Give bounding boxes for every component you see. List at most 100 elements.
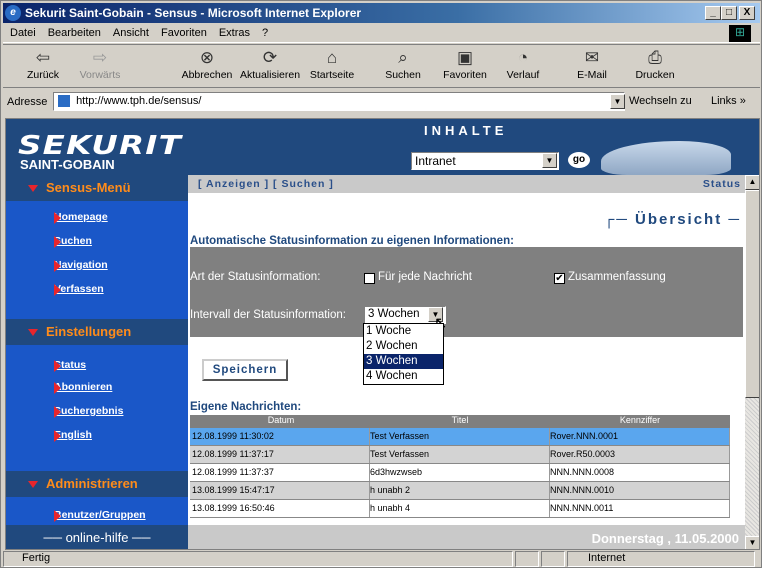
links-button[interactable]: Links » [711,95,746,107]
table-row[interactable]: 13.08.1999 15:47:17 h unabh 2 NNN.NNN.00… [190,482,730,500]
triangle-down-icon [28,329,38,336]
address-dropdown-button[interactable]: ▼ [610,94,625,109]
status-section-heading: Automatische Statusinformation zu eigene… [190,235,514,247]
favorites-icon: ▣ [456,48,474,67]
printer-icon: ⎙ [648,48,662,67]
column-header-titel[interactable]: Titel [370,415,550,428]
scroll-up-button[interactable]: ▲ [745,175,759,190]
interval-select-value: 3 Wochen [368,308,420,320]
interval-label: Intervall der Statusinformation: [190,309,346,321]
car-image [601,141,731,175]
type-label: Art der Statusinformation: [190,271,321,283]
inhalte-select[interactable]: Intranet [411,152,559,170]
cell-datum: 13.08.1999 15:47:17 [190,482,370,499]
scroll-thumb[interactable] [745,190,759,398]
maximize-button[interactable]: □ [721,6,737,20]
favorites-button[interactable]: ▣ Favoriten [439,47,491,87]
window-title: Sekurit Saint-Gobain - Sensus - Microsof… [25,6,362,20]
each-message-label: Für jede Nachricht [378,271,472,283]
mail-button[interactable]: ✉ E-Mail [571,47,613,87]
table-row[interactable]: 13.08.1999 16:50:46 h unabh 4 NNN.NNN.00… [190,500,730,518]
sidebar-item-navigation[interactable]: Navigation [30,259,108,272]
table-row[interactable]: 12.08.1999 11:30:02 Test Verfassen Rover… [190,428,730,446]
history-icon: ◔ [517,48,529,67]
menu-datei[interactable]: Datei [10,27,36,39]
table-row[interactable]: 12.08.1999 11:37:37 6d3hwzwseb NNN.NNN.0… [190,464,730,482]
sidebar-item-english[interactable]: English [30,429,92,442]
interval-option-selected[interactable]: 3 Wochen [364,354,443,369]
mail-icon: ✉ [584,48,600,67]
each-message-checkbox[interactable] [364,273,375,284]
triangle-right-icon [54,284,61,296]
forward-button[interactable]: ⇨ Vorwärts [75,47,125,87]
status-settings-box: Art der Statusinformation: Für jede Nach… [190,247,743,337]
inhalte-go-button[interactable]: go [568,152,590,168]
status-title: Status [702,178,741,190]
column-header-datum[interactable]: Datum [190,415,370,428]
close-button[interactable]: X [739,6,755,20]
messages-table: Datum Titel Kennziffer 12.08.1999 11:30:… [190,415,730,518]
cell-kennziffer: Rover.R50.0003 [550,446,730,463]
column-header-kennziffer[interactable]: Kennziffer [550,415,730,428]
save-button[interactable]: Speichern [202,359,288,381]
inhalte-dropdown-icon[interactable]: ▼ [542,153,557,168]
cell-kennziffer: Rover.NNN.0001 [550,428,730,445]
cell-datum: 13.08.1999 16:50:46 [190,500,370,517]
sidebar-item-suchen[interactable]: Suchen [30,235,92,248]
table-row[interactable]: 12.08.1999 11:37:17 Test Verfassen Rover… [190,446,730,464]
menu-favoriten[interactable]: Favoriten [161,27,207,39]
sidebar-item-verfassen[interactable]: Verfassen [30,283,104,296]
cell-kennziffer: NNN.NNN.0008 [550,464,730,481]
sidebar-item-suchergebnis[interactable]: Suchergebnis [30,405,123,418]
main-nav: [ Anzeigen ] [ Suchen ] Status [188,175,745,193]
cell-titel: 6d3hwzwseb [370,464,550,481]
interval-option[interactable]: 4 Wochen [364,369,443,384]
menu-help[interactable]: ? [262,27,268,39]
address-input[interactable]: http://www.tph.de/sensus/ [53,92,625,111]
go-button[interactable]: Wechseln zu [629,95,692,107]
refresh-icon: ⟳ [262,48,278,67]
triangle-right-icon [54,430,61,442]
sidebar-menu-heading: Sensus-Menü [6,175,188,201]
vertical-scrollbar[interactable]: ▲ ▼ [745,175,759,549]
internet-zone-label: Internet [588,552,626,564]
status-panel [515,551,539,567]
interval-option[interactable]: 1 Woche [364,324,443,339]
cell-titel: Test Verfassen [370,446,550,463]
main-panel: [ Anzeigen ] [ Suchen ] Status ┌─ Übersi… [188,175,745,549]
sidebar: Sensus-Menü Homepage Suchen Navigation V… [6,175,188,549]
summary-checkbox[interactable]: ✔ [554,273,565,284]
minimize-button[interactable]: _ [705,6,721,20]
page-content: SEKURIT SAINT-GOBAIN INHALTE Intranet ▼ … [5,118,760,550]
sidebar-item-status[interactable]: Status [30,359,86,372]
ie-logo-icon: e [5,5,21,21]
status-panel [541,551,565,567]
online-help-link[interactable]: ── online-hilfe ── [6,525,188,549]
cell-titel: Test Verfassen [370,428,550,445]
history-button[interactable]: ◔ Verlauf [501,47,545,87]
search-button[interactable]: ⌕ Suchen [381,47,425,87]
print-button[interactable]: ⎙ Drucken [631,47,679,87]
home-button[interactable]: ⌂ Startseite [305,47,359,87]
overview-heading: ┌─ Übersicht ─ [603,211,741,228]
menu-extras[interactable]: Extras [219,27,250,39]
interval-option[interactable]: 2 Wochen [364,339,443,354]
refresh-button[interactable]: ⟳ Aktualisieren [237,47,303,87]
menu-ansicht[interactable]: Ansicht [113,27,149,39]
sidebar-item-benutzer-gruppen[interactable]: Benutzer/Gruppen [30,509,146,522]
sidebar-item-abonnieren[interactable]: Abonnieren [30,381,112,394]
stop-button[interactable]: ⊗ Abbrechen [177,47,237,87]
nav-links[interactable]: [ Anzeigen ] [ Suchen ] [198,178,334,190]
menu-bar: Datei Bearbeiten Ansicht Favoriten Extra… [3,24,760,43]
triangle-right-icon [54,260,61,272]
cell-datum: 12.08.1999 11:37:17 [190,446,370,463]
menu-bearbeiten[interactable]: Bearbeiten [48,27,101,39]
own-messages-heading: Eigene Nachrichten: [190,401,302,413]
back-button[interactable]: ⇦ Zurück [21,47,65,87]
summary-label: Zusammenfassung [568,271,666,283]
forward-arrow-icon: ⇨ [92,48,108,67]
sidebar-item-homepage[interactable]: Homepage [30,211,108,224]
cell-kennziffer: NNN.NNN.0011 [550,500,730,517]
scroll-down-button[interactable]: ▼ [745,536,759,549]
interval-dropdown-list: 1 Woche 2 Wochen 3 Wochen 4 Wochen [363,323,444,385]
